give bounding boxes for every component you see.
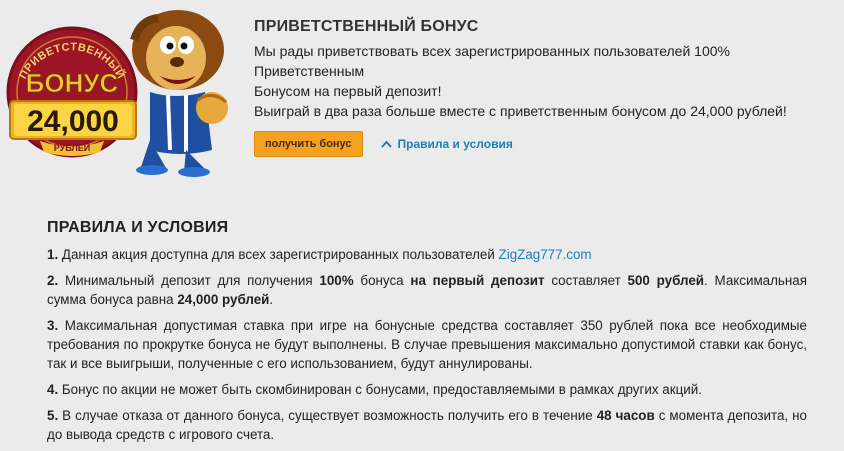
site-link[interactable]: ZigZag777.com bbox=[499, 247, 592, 262]
welcome-bonus-badge: ПРИВЕТСТВЕННЫЙ БОНУС 24,000 РУБЛЕЙ bbox=[0, 0, 240, 180]
get-bonus-button[interactable]: получить бонус bbox=[254, 131, 363, 157]
promo-section: ПРИВЕТСТВЕННЫЙ БОНУС Мы рады приветствов… bbox=[254, 18, 834, 157]
rule-number: 3. bbox=[47, 318, 59, 333]
rule-emphasis: на первый депозит bbox=[410, 273, 545, 288]
promo-description-line: Выиграй в два раза больше вместе с приве… bbox=[254, 103, 787, 119]
rule-number: 2. bbox=[47, 273, 59, 288]
rules-link-label: Правила и условия bbox=[397, 137, 513, 151]
bonus-badge: ПРИВЕТСТВЕННЫЙ БОНУС 24,000 РУБЛЕЙ bbox=[6, 26, 138, 158]
rules-section: ПРАВИЛА И УСЛОВИЯ 1. Данная акция доступ… bbox=[47, 219, 807, 451]
rule-item-4: 4. Бонус по акции не может быть скомбини… bbox=[47, 380, 807, 399]
rule-item-3: 3. Максимальная допустимая ставка при иг… bbox=[47, 316, 807, 373]
rule-text: Бонус по акции не может быть скомбиниров… bbox=[58, 382, 702, 397]
svg-text:РУБЛЕЙ: РУБЛЕЙ bbox=[54, 142, 91, 153]
promo-description-line: Бонусом на первый депозит! bbox=[254, 83, 442, 99]
promo-description-line: Мы рады приветствовать всех зарегистриро… bbox=[254, 43, 730, 79]
rule-text: Данная акция доступна для всех зарегистр… bbox=[58, 247, 499, 262]
rule-text: Минимальный депозит для получения bbox=[58, 273, 320, 288]
promo-actions: получить бонус Правила и условия bbox=[254, 131, 834, 157]
svg-text:БОНУС: БОНУС bbox=[26, 68, 119, 98]
rule-text: . bbox=[269, 292, 274, 307]
rule-item-2: 2. Минимальный депозит для получения 100… bbox=[47, 271, 807, 309]
rule-emphasis: 24,000 рублей bbox=[177, 292, 270, 307]
rule-text: бонуса bbox=[353, 273, 411, 288]
rule-text: В случае отказа от данного бонуса, сущес… bbox=[58, 408, 597, 423]
lion-mascot bbox=[130, 10, 228, 177]
chevron-up-icon bbox=[380, 140, 392, 148]
rule-number: 4. bbox=[47, 382, 59, 397]
rule-emphasis: 48 часов bbox=[596, 408, 655, 423]
rule-text: составляет bbox=[544, 273, 628, 288]
promo-title: ПРИВЕТСТВЕННЫЙ БОНУС bbox=[254, 18, 479, 35]
rule-item-5: 5. В случае отказа от данного бонуса, су… bbox=[47, 406, 807, 444]
rules-toggle-link[interactable]: Правила и условия bbox=[380, 137, 513, 151]
rules-heading: ПРАВИЛА И УСЛОВИЯ bbox=[47, 219, 229, 236]
rule-number: 1. bbox=[47, 247, 59, 262]
rule-item-1: 1. Данная акция доступна для всех зареги… bbox=[47, 245, 807, 264]
rule-text: Максимальная допустимая ставка при игре … bbox=[47, 318, 807, 371]
rule-number: 5. bbox=[47, 408, 59, 423]
svg-text:24,000: 24,000 bbox=[27, 105, 119, 138]
rule-emphasis: 500 рублей bbox=[627, 273, 705, 288]
rule-emphasis: 100% bbox=[319, 273, 354, 288]
